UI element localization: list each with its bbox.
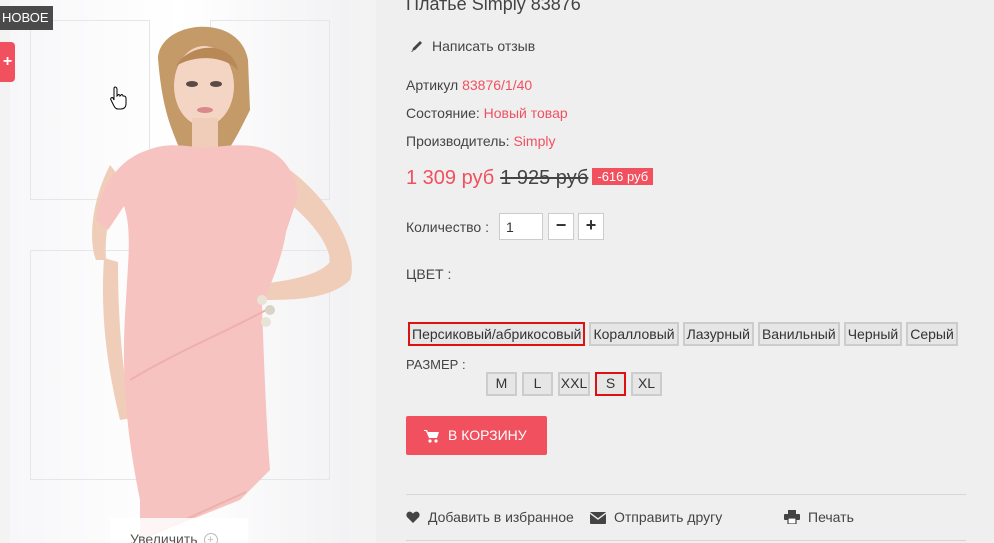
pencil-icon (411, 41, 422, 52)
manufacturer-row: Производитель: Simply (406, 133, 555, 149)
manufacturer-link[interactable]: Simply (513, 133, 555, 149)
envelope-icon (589, 512, 607, 524)
old-price: 1 925 руб (500, 167, 589, 189)
zoom-label-text: Увеличить (130, 531, 198, 543)
current-price: 1 309 руб (406, 167, 495, 189)
article-label: Артикул (406, 77, 459, 93)
dress (96, 145, 298, 540)
size-option[interactable]: XXL (558, 372, 590, 396)
zoom-plus-icon: + (203, 533, 218, 543)
write-review-label: Написать отзыв (432, 38, 536, 54)
condition-value: Новый товар (483, 105, 568, 121)
size-options: M L XXL S XL (486, 372, 662, 396)
write-review-link[interactable]: Написать отзыв (410, 38, 535, 54)
plus-button[interactable]: + (0, 42, 15, 82)
quantity-minus-button[interactable]: − (548, 213, 574, 240)
article-value: 83876/1/40 (462, 77, 533, 93)
manufacturer-label: Производитель: (406, 133, 510, 149)
product-image[interactable]: НОВОЕ + Увеличить + (0, 0, 376, 543)
condition-label: Состояние: (406, 105, 480, 121)
quantity-label: Количество : (406, 219, 489, 235)
print-link[interactable]: Печать (784, 509, 854, 525)
print-label: Печать (808, 509, 854, 525)
add-to-favorites-link[interactable]: Добавить в избранное (406, 509, 574, 525)
send-to-friend-label: Отправить другу (614, 509, 723, 525)
add-to-favorites-label: Добавить в избранное (428, 509, 574, 525)
color-option[interactable]: Черный (843, 322, 903, 346)
zoom-link[interactable]: Увеличить + (110, 518, 248, 543)
quantity-plus-button[interactable]: + (578, 213, 604, 240)
color-option[interactable]: Серый (906, 322, 958, 346)
page-title: Платье Simply 83876 (406, 0, 581, 14)
price-row: 1 309 руб 1 925 руб -616 руб (406, 167, 654, 190)
printer-icon (784, 510, 800, 525)
divider (406, 494, 966, 495)
hand-cursor-icon (110, 86, 127, 110)
divider (406, 540, 966, 541)
quantity-input[interactable]: 1 (499, 213, 543, 240)
article-row: Артикул 83876/1/40 (406, 77, 532, 93)
add-to-cart-label: В КОРЗИНУ (448, 427, 527, 443)
color-option[interactable]: Коралловый (589, 322, 679, 346)
color-option[interactable]: Лазурный (682, 322, 754, 346)
add-to-cart-button[interactable]: В КОРЗИНУ (406, 416, 547, 455)
condition-row: Состояние: Новый товар (406, 105, 568, 121)
new-badge: НОВОЕ (0, 6, 53, 30)
color-option[interactable]: Ванильный (757, 322, 840, 346)
color-label: ЦВЕТ : (406, 266, 452, 282)
model-figure (92, 26, 352, 541)
product-page: НОВОЕ + Увеличить + Платье Simply 83876 Н… (0, 0, 994, 543)
send-to-friend-link[interactable]: Отправить другу (589, 509, 723, 525)
size-option[interactable]: M (486, 372, 517, 396)
size-option[interactable]: S (595, 372, 626, 396)
heart-icon (406, 511, 420, 523)
discount-badge: -616 руб (592, 168, 654, 185)
size-label: РАЗМЕР : (406, 357, 466, 372)
color-options: Персиковый/абрикосовый Коралловый Лазурн… (408, 322, 958, 346)
size-option[interactable]: XL (631, 372, 662, 396)
size-option[interactable]: L (522, 372, 553, 396)
color-option[interactable]: Персиковый/абрикосовый (408, 322, 586, 346)
cart-icon (424, 430, 439, 443)
